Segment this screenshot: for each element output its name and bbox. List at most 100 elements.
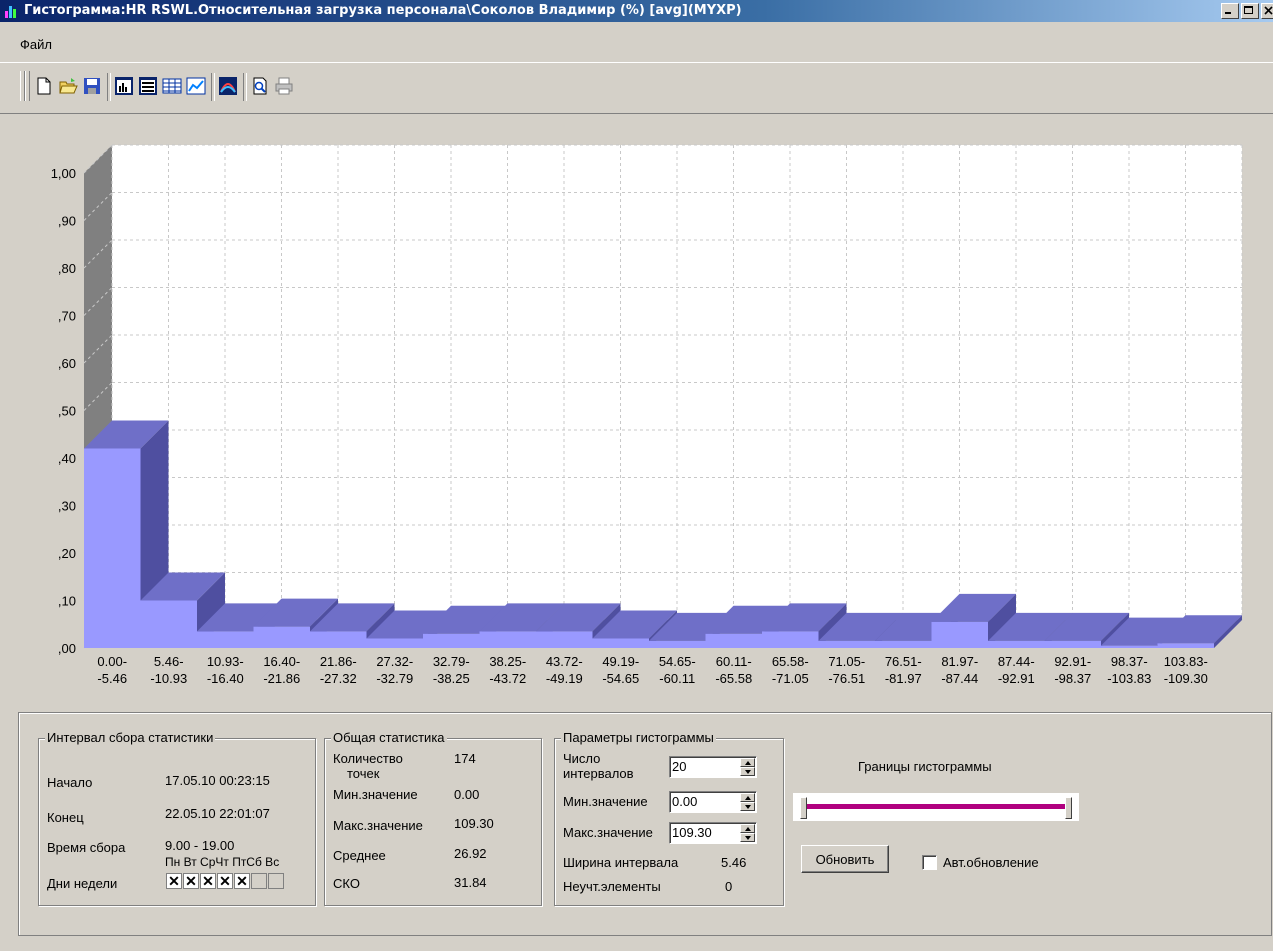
spin-up-button[interactable] <box>740 793 755 802</box>
close-button[interactable] <box>1261 3 1273 19</box>
stats-interval-group: Интервал сбора статистики Начало 17.05.1… <box>38 730 316 906</box>
maximize-button[interactable] <box>1241 3 1259 19</box>
toolbar-separator <box>243 73 247 101</box>
bar-front <box>366 638 423 648</box>
save-icon[interactable] <box>82 76 102 96</box>
x-tick-label: -87.44 <box>941 671 978 686</box>
hist-max-spinner[interactable] <box>669 822 757 844</box>
y-tick-label: ,90 <box>58 214 76 229</box>
weekday-checkbox[interactable] <box>251 873 267 889</box>
max-value-label: Макс.значение <box>333 818 423 833</box>
open-icon[interactable] <box>58 76 78 96</box>
view-mode-2-icon[interactable] <box>138 76 158 96</box>
y-tick-label: ,50 <box>58 404 76 419</box>
bar-front <box>592 638 649 648</box>
mean-label: Среднее <box>333 848 386 863</box>
weekday-checkbox[interactable]: ✕ <box>183 873 199 889</box>
weekday-checkboxes: ✕ ✕ ✕ ✕ ✕ <box>166 873 284 889</box>
new-icon[interactable] <box>34 76 54 96</box>
x-tick-label: 0.00- <box>97 654 127 669</box>
x-tick-label: -49.19 <box>546 671 583 686</box>
x-tick-label: -98.37 <box>1054 671 1091 686</box>
weekday-checkbox[interactable]: ✕ <box>234 873 250 889</box>
histogram-bounds-slider[interactable] <box>793 793 1079 821</box>
point-count-value: 174 <box>454 751 476 766</box>
start-value: 17.05.10 00:23:15 <box>165 773 270 788</box>
interval-count-spinner[interactable] <box>669 756 757 778</box>
title-bar[interactable]: Гистограмма:HR RSWL.Относительная загруз… <box>0 0 1273 22</box>
menu-file[interactable]: Файл <box>20 37 52 52</box>
bar-front <box>140 600 197 648</box>
x-tick-label: 27.32- <box>376 654 413 669</box>
print-icon[interactable] <box>274 76 294 96</box>
bar-front <box>649 640 706 648</box>
x-tick-label: -76.51 <box>828 671 865 686</box>
slider-lower-thumb[interactable] <box>800 797 807 819</box>
x-tick-label: 71.05- <box>828 654 865 669</box>
x-tick-label: 87.44- <box>998 654 1035 669</box>
interval-count-input[interactable] <box>672 759 738 774</box>
mean-value: 26.92 <box>454 846 487 861</box>
toolbar <box>0 62 1273 114</box>
x-tick-label: -92.91 <box>998 671 1035 686</box>
bar-front <box>84 448 141 648</box>
min-value-label: Мин.значение <box>333 787 418 802</box>
toolbar-grip[interactable] <box>25 71 30 101</box>
x-tick-label: -21.86 <box>263 671 300 686</box>
interval-width-label: Ширина интервала <box>563 855 679 870</box>
toolbar-separator <box>107 73 111 101</box>
x-tick-label: 76.51- <box>885 654 922 669</box>
x-tick-label: 60.11- <box>716 654 752 669</box>
minimize-button[interactable] <box>1221 3 1239 19</box>
interval-count-label-2: интервалов <box>563 766 634 781</box>
spin-up-button[interactable] <box>740 758 755 767</box>
3d-curve-icon[interactable] <box>218 76 238 96</box>
view-mode-1-icon[interactable] <box>114 76 134 96</box>
weekday-checkbox[interactable]: ✕ <box>217 873 233 889</box>
x-tick-label: -38.25 <box>433 671 470 686</box>
hist-min-spinner[interactable] <box>669 791 757 813</box>
minimize-icon <box>1225 12 1231 14</box>
max-value: 109.30 <box>454 816 494 831</box>
weekday-checkbox[interactable] <box>268 873 284 889</box>
hist-min-input[interactable] <box>672 794 738 809</box>
x-tick-label: -65.58 <box>715 671 752 686</box>
weekdays-label: Дни недели <box>47 876 118 891</box>
close-icon <box>1264 6 1273 15</box>
slider-upper-thumb[interactable] <box>1065 797 1072 819</box>
slider-range-bar <box>805 804 1067 809</box>
table-icon[interactable] <box>162 76 182 96</box>
x-tick-label: -32.79 <box>376 671 413 686</box>
x-tick-label: -5.46 <box>97 671 127 686</box>
auto-update-checkbox[interactable] <box>922 855 937 870</box>
y-tick-label: 1,00 <box>51 166 76 181</box>
spin-down-button[interactable] <box>740 767 755 776</box>
bar-front <box>705 633 762 648</box>
bar-front <box>818 640 875 648</box>
histogram-bounds-title: Границы гистограммы <box>858 759 992 774</box>
chart-icon[interactable] <box>186 76 206 96</box>
end-value: 22.05.10 22:01:07 <box>165 806 270 821</box>
spin-up-button[interactable] <box>740 824 755 833</box>
print-preview-icon[interactable] <box>250 76 270 96</box>
spin-down-button[interactable] <box>740 802 755 811</box>
window-title: Гистограмма:HR RSWL.Относительная загруз… <box>24 3 742 18</box>
histogram-params-legend: Параметры гистограммы <box>561 730 716 745</box>
general-stats-group: Общая статистика Количество точек 174 Ми… <box>324 730 542 906</box>
histogram-chart: ,00 ,10 ,20 ,30 ,40 ,50 ,60 ,70 ,80 ,90 1,00 0.00- -… <box>18 118 1273 708</box>
weekday-checkbox[interactable]: ✕ <box>200 873 216 889</box>
bar-front <box>423 633 480 648</box>
interval-count-label: Число <box>563 751 601 766</box>
y-tick-label: ,80 <box>58 261 76 276</box>
x-tick-label: -71.05 <box>772 671 809 686</box>
spin-down-button[interactable] <box>740 833 755 842</box>
weekday-checkbox[interactable]: ✕ <box>166 873 182 889</box>
x-tick-label: -16.40 <box>207 671 244 686</box>
x-tick-label: 49.19- <box>602 654 639 669</box>
refresh-button[interactable]: Обновить <box>801 845 889 873</box>
y-tick-label: ,20 <box>58 546 76 561</box>
hist-min-label: Мин.значение <box>563 794 648 809</box>
bar-front <box>988 640 1045 648</box>
x-tick-label: 54.65- <box>659 654 696 669</box>
hist-max-input[interactable] <box>672 825 738 840</box>
